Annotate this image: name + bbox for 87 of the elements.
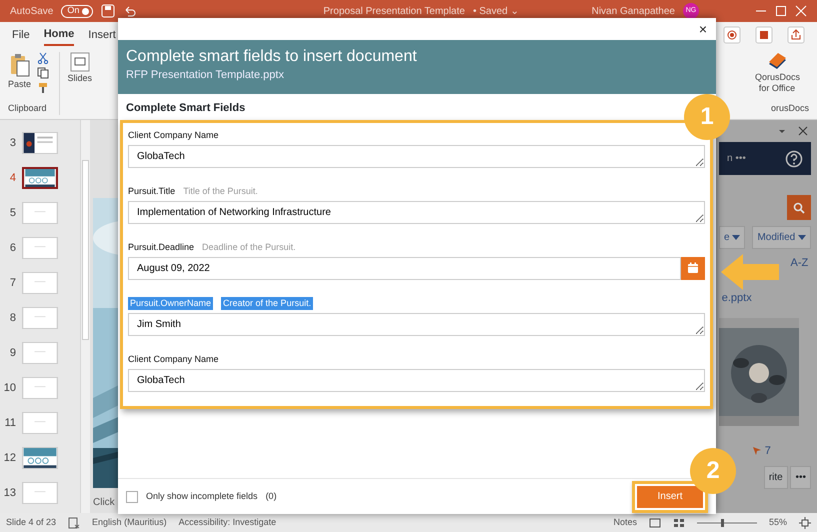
field-label: Client Company Name bbox=[128, 352, 219, 366]
zoom-slider-icon[interactable] bbox=[696, 518, 757, 528]
save-status: • Saved ⌄ bbox=[472, 4, 518, 18]
search-button[interactable] bbox=[787, 195, 811, 220]
save-icon[interactable] bbox=[101, 4, 116, 18]
field-description: Title of the Pursuit. bbox=[183, 184, 258, 198]
view-count: 7 bbox=[764, 444, 771, 459]
group-label: Clipboard bbox=[8, 102, 47, 115]
close-icon[interactable] bbox=[798, 126, 808, 136]
file-link[interactable]: e.pptx bbox=[722, 292, 752, 304]
caret-icon bbox=[798, 234, 806, 240]
ribbon-tab[interactable]: Insert bbox=[88, 24, 116, 46]
date-field[interactable]: August 09, 2022 bbox=[128, 256, 681, 280]
autosave-label: AutoSave bbox=[10, 4, 54, 18]
slide-thumbnail[interactable] bbox=[22, 167, 58, 189]
more-button[interactable]: ••• bbox=[735, 151, 746, 166]
field-label: Client Company Name bbox=[128, 128, 219, 142]
favorite-button[interactable]: rite bbox=[764, 466, 788, 488]
paste-label[interactable]: Paste bbox=[8, 78, 32, 92]
text-field[interactable]: Implementation of Networking Infrastructure bbox=[128, 200, 705, 224]
more-button[interactable]: ••• bbox=[790, 466, 811, 488]
slide-number: 8 bbox=[8, 310, 16, 326]
document-title: Proposal Presentation Template bbox=[323, 4, 465, 18]
field-description: Creator of the Pursuit. bbox=[221, 296, 314, 310]
field-label: Pursuit.Title bbox=[128, 184, 176, 198]
filter-dropdown[interactable]: e bbox=[719, 226, 746, 249]
fit-slide-icon[interactable] bbox=[799, 516, 811, 528]
spellcheck-icon[interactable] bbox=[68, 516, 80, 528]
checkbox-label: Only show incomplete fields bbox=[146, 490, 258, 503]
autosave-toggle[interactable]: On bbox=[61, 4, 94, 18]
slide-number: 10 bbox=[2, 380, 16, 396]
ribbon-tab[interactable]: File bbox=[12, 24, 30, 46]
record-icon[interactable] bbox=[723, 26, 741, 44]
arrow-icon bbox=[719, 252, 781, 292]
maximize-icon[interactable] bbox=[775, 5, 787, 17]
slide-number: 11 bbox=[4, 416, 16, 431]
paste-icon[interactable] bbox=[8, 52, 30, 78]
language-status[interactable]: English (Mauritius) bbox=[92, 516, 167, 530]
slide-number: 6 bbox=[8, 240, 16, 256]
section-heading: Complete Smart Fields bbox=[125, 101, 246, 116]
addin-label[interactable]: QorusDocs for Office bbox=[755, 72, 799, 94]
help-icon[interactable] bbox=[785, 150, 803, 168]
slide-number: 4 bbox=[8, 170, 16, 186]
slides-label[interactable]: Slides bbox=[68, 72, 92, 86]
share-icon[interactable] bbox=[787, 26, 805, 44]
dialog-title: Complete smart fields to insert document bbox=[126, 47, 418, 67]
copy-icon[interactable] bbox=[36, 66, 49, 79]
format-painter-icon[interactable] bbox=[36, 82, 49, 94]
sort-order-link[interactable]: A-Z bbox=[790, 257, 808, 269]
slide-number: 3 bbox=[8, 136, 16, 151]
search-icon bbox=[793, 202, 805, 214]
present-icon[interactable] bbox=[755, 26, 773, 44]
ribbon-tab[interactable]: Home bbox=[44, 24, 74, 46]
zoom-level[interactable]: 55% bbox=[768, 516, 787, 530]
close-button[interactable]: × bbox=[696, 22, 710, 36]
scrollbar[interactable] bbox=[80, 120, 90, 513]
slide-counter: Slide 4 of 23 bbox=[6, 516, 56, 529]
calendar-button[interactable] bbox=[681, 256, 705, 280]
accessibility-status[interactable]: Accessibility: Investigate bbox=[178, 516, 276, 530]
field-count: (0) bbox=[266, 490, 277, 503]
slide-number: 5 bbox=[8, 206, 16, 221]
sorter-view-icon[interactable] bbox=[672, 518, 685, 528]
text-field[interactable]: GlobaTech bbox=[128, 144, 705, 168]
normal-view-icon[interactable] bbox=[648, 518, 661, 528]
slide-number: 12 bbox=[2, 450, 16, 466]
calendar-icon bbox=[687, 262, 699, 274]
sort-dropdown[interactable]: Modified bbox=[752, 226, 811, 249]
group-label: orusDocs bbox=[770, 102, 809, 114]
checkbox[interactable] bbox=[126, 490, 138, 502]
scissors-icon[interactable] bbox=[36, 52, 49, 64]
slide-number: 9 bbox=[8, 346, 16, 361]
notes-placeholder[interactable]: Click bbox=[93, 497, 115, 508]
field-description: Deadline of the Pursuit. bbox=[202, 240, 296, 254]
text-field[interactable]: GlobaTech bbox=[128, 368, 705, 392]
undo-icon[interactable] bbox=[123, 4, 138, 18]
text-field[interactable]: Jim Smith bbox=[128, 312, 705, 336]
field-label: Pursuit.Deadline bbox=[128, 240, 194, 254]
cursor-icon bbox=[752, 446, 762, 456]
dialog-subtitle: RFP Presentation Template.pptx bbox=[126, 68, 285, 83]
slide-number: 13 bbox=[2, 486, 16, 501]
caret-icon bbox=[732, 234, 740, 240]
slide-number: 7 bbox=[8, 276, 16, 291]
user-name: Nivan Ganapathee bbox=[592, 4, 675, 18]
pane-tab[interactable]: n bbox=[727, 151, 733, 166]
field-label: Pursuit.OwnerName bbox=[128, 296, 214, 310]
notes-button[interactable]: Notes bbox=[613, 516, 637, 530]
new-slide-icon[interactable] bbox=[70, 52, 90, 72]
